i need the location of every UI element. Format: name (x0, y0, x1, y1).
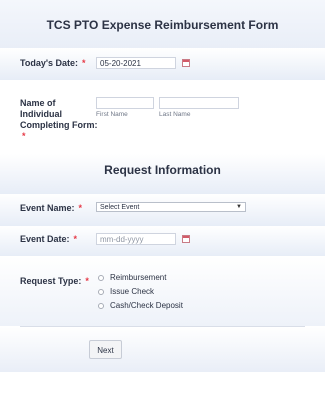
first-name-input[interactable] (96, 97, 154, 109)
radio-button[interactable] (98, 289, 104, 295)
form-title: TCS PTO Expense Reimbursement Form (46, 18, 279, 32)
last-name-input[interactable] (159, 97, 239, 109)
calendar-icon[interactable] (182, 235, 190, 243)
request-type-label: Request Type: * (20, 276, 89, 286)
event-name-select[interactable]: Select Event ▼ (96, 202, 246, 212)
last-name-sublabel: Last Name (159, 111, 191, 118)
form-header: TCS PTO Expense Reimbursement Form (0, 0, 325, 48)
next-button[interactable]: Next (89, 340, 122, 359)
section-title: Request Information (104, 163, 221, 177)
first-name-sublabel: First Name (96, 111, 128, 118)
calendar-icon[interactable] (182, 59, 190, 67)
name-label: Name of Individual Completing Form: * (20, 98, 98, 141)
dropdown-arrow-icon: ▼ (236, 204, 242, 210)
todays-date-input[interactable]: 05-20-2021 (96, 57, 176, 69)
event-name-label: Event Name: * (20, 203, 83, 213)
todays-date-label: Today's Date: * (20, 58, 86, 68)
event-name-selected: Select Event (100, 204, 140, 211)
footer-bg (0, 327, 325, 372)
radio-button[interactable] (98, 303, 104, 309)
event-date-input[interactable]: mm-dd-yyyy (96, 233, 176, 245)
request-type-row-bg (0, 256, 325, 326)
radio-button[interactable] (98, 275, 104, 281)
event-date-label: Event Date: * (20, 234, 78, 244)
